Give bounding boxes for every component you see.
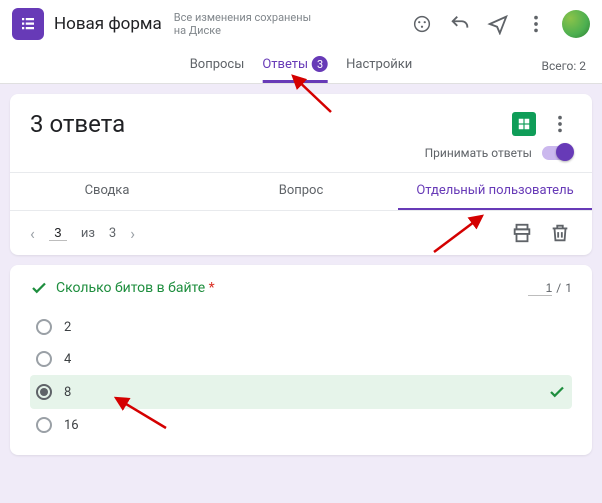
radio-icon xyxy=(36,351,52,367)
radio-icon xyxy=(36,319,52,335)
accepting-responses-toggle[interactable] xyxy=(542,146,572,160)
radio-checked-icon xyxy=(36,384,52,400)
current-response-input[interactable] xyxy=(49,225,67,241)
avatar[interactable] xyxy=(562,10,590,38)
subtab-question[interactable]: Вопрос xyxy=(204,173,398,210)
required-asterisk: * xyxy=(209,280,215,296)
question-card: Сколько битов в байте * / 1 2 4 8 16 xyxy=(10,265,592,455)
save-status: Все изменения сохранены на Диске xyxy=(174,11,311,37)
prev-response-button[interactable]: ‹ xyxy=(30,224,35,243)
option-label: 4 xyxy=(64,352,71,367)
score-earned-input[interactable] xyxy=(528,281,552,296)
option-label: 8 xyxy=(64,385,71,400)
responses-more-icon[interactable] xyxy=(548,112,572,136)
responses-card: 3 ответа Принимать ответы Сводка Вопрос … xyxy=(10,94,592,255)
correct-check-icon xyxy=(30,279,48,297)
responses-count-title: 3 ответа xyxy=(30,110,512,138)
undo-icon[interactable] xyxy=(448,12,472,36)
answer-correct-check-icon xyxy=(548,383,566,401)
total-counter: Всего: 2 xyxy=(541,59,586,73)
pager-row: ‹ из 3 › xyxy=(10,210,592,255)
tab-questions[interactable]: Вопросы xyxy=(190,48,245,83)
options-list: 2 4 8 16 xyxy=(30,311,572,441)
document-title[interactable]: Новая форма xyxy=(54,14,162,34)
accepting-responses-label: Принимать ответы xyxy=(425,146,532,160)
accepting-responses-row: Принимать ответы xyxy=(10,146,592,172)
responses-badge: 3 xyxy=(312,56,328,72)
responses-subtabs: Сводка Вопрос Отдельный пользователь xyxy=(10,172,592,210)
app-header: Новая форма Все изменения сохранены на Д… xyxy=(0,0,602,48)
option-row: 16 xyxy=(30,409,572,441)
delete-icon[interactable] xyxy=(548,221,572,245)
option-row: 4 xyxy=(30,343,572,375)
option-label: 16 xyxy=(64,418,79,433)
pager-total: 3 xyxy=(109,226,116,241)
more-icon[interactable] xyxy=(524,12,548,36)
send-icon[interactable] xyxy=(486,12,510,36)
radio-icon xyxy=(36,417,52,433)
pager-of-label: из xyxy=(81,226,95,241)
tab-responses[interactable]: Ответы 3 xyxy=(262,48,328,83)
score: / 1 xyxy=(528,281,572,296)
next-response-button[interactable]: › xyxy=(130,224,135,243)
main-tabs: Вопросы Ответы 3 Настройки Всего: 2 xyxy=(0,48,602,84)
option-row-selected: 8 xyxy=(30,375,572,409)
subtab-summary[interactable]: Сводка xyxy=(10,173,204,210)
question-text: Сколько битов в байте * xyxy=(56,280,215,296)
forms-logo-icon xyxy=(12,8,44,40)
theme-icon[interactable] xyxy=(410,12,434,36)
option-label: 2 xyxy=(64,320,71,335)
subtab-individual[interactable]: Отдельный пользователь xyxy=(398,173,592,210)
link-to-sheets-button[interactable] xyxy=(512,112,536,136)
print-icon[interactable] xyxy=(510,221,534,245)
tab-settings[interactable]: Настройки xyxy=(346,48,412,83)
option-row: 2 xyxy=(30,311,572,343)
